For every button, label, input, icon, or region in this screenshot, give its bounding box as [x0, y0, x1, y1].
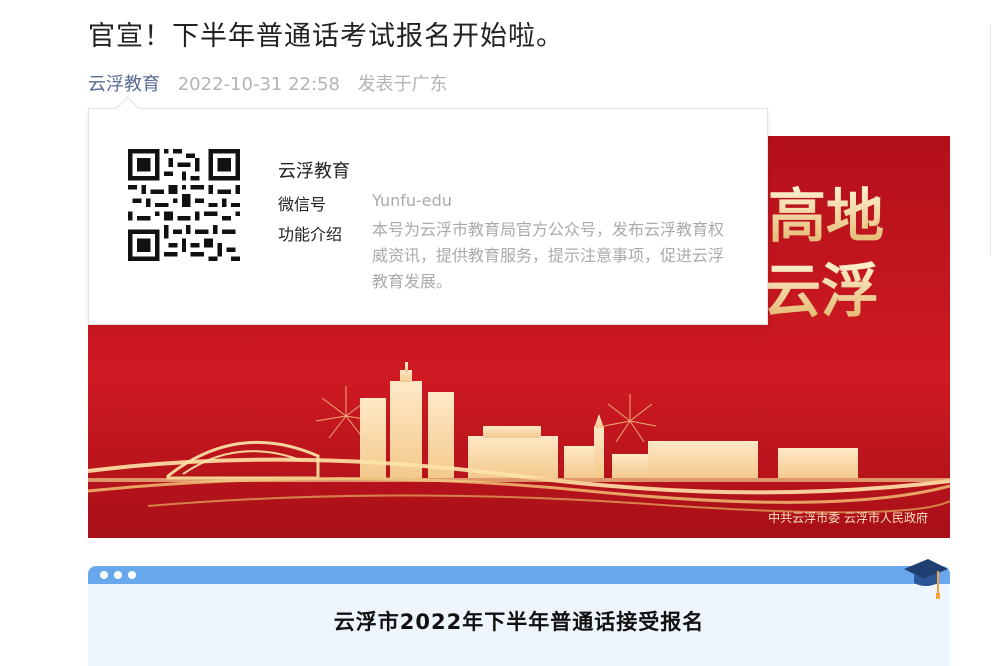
sidebar-divider: [990, 24, 991, 256]
intro-text: 本号为云浮市教育局官方公众号，发布云浮教育权威资讯，提供教育服务，提示注意事项，…: [372, 220, 725, 291]
article-title: 官宣！下半年普通话考试报名开始啦。: [88, 21, 564, 52]
qr-code-icon: [128, 149, 240, 261]
graduation-cap-icon: [904, 559, 948, 599]
banner-headline-2: 云浮: [763, 259, 879, 324]
card-header-bar: [88, 566, 950, 584]
wechat-id-value: Yunfu-edu: [372, 191, 452, 210]
intro-label: 功能介绍: [278, 225, 343, 244]
author-link[interactable]: 云浮教育: [88, 74, 160, 95]
section-card: 云浮市2022年下半年普通话接受报名: [88, 566, 950, 666]
dot-icon: [128, 571, 136, 579]
wechat-id-label: 微信号: [278, 195, 327, 214]
publish-date: 2022-10-31 22:58: [177, 74, 340, 95]
banner-headline-1: 高地: [768, 184, 884, 249]
card-title: 云浮市2022年下半年普通话接受报名: [333, 610, 705, 634]
banner-credit: 中共云浮市委 云浮市人民政府: [768, 511, 928, 525]
profile-popup: 云浮教育 微信号 Yunfu-edu 功能介绍 本号为云浮市教育局官方公众号，发…: [88, 96, 768, 325]
popup-arrow: [115, 96, 140, 121]
dot-icon: [100, 571, 108, 579]
popup-account-name: 云浮教育: [278, 161, 350, 182]
article-meta: 云浮教育 2022-10-31 22:58 发表于广东: [88, 70, 448, 96]
publish-location: 发表于广东: [357, 74, 448, 95]
dot-icon: [114, 571, 122, 579]
